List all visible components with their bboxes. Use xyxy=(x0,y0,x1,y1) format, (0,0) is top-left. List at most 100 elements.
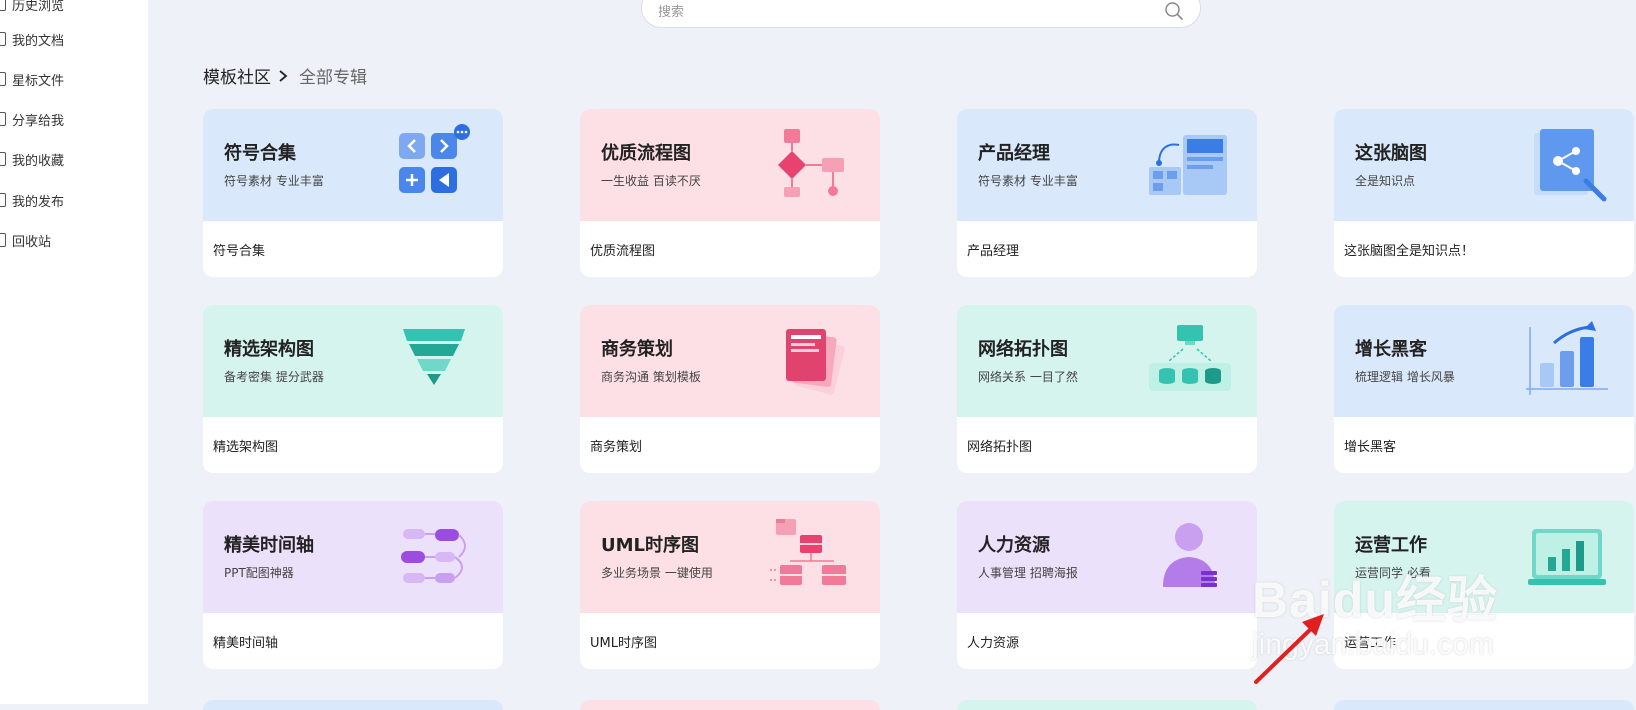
album-card-growth-hacker[interactable]: 增长黑客 梳理逻辑 增长风暴 增长黑客 xyxy=(1334,305,1634,473)
card-caption: 人力资源 xyxy=(967,636,1020,651)
card-caption: 网络拓扑图 xyxy=(967,440,1033,455)
card-title: 产品经理 xyxy=(978,143,1050,164)
card-caption: 运营工作 xyxy=(1344,636,1397,651)
album-card-peek[interactable] xyxy=(957,700,1257,710)
album-card-symbols[interactable]: 符号合集 符号素材 专业丰富 符号合集 xyxy=(203,109,503,277)
album-card-peek[interactable] xyxy=(580,700,880,710)
card-subtitle: 商务沟通 策划模板 xyxy=(601,370,701,384)
search-bar xyxy=(641,0,1201,28)
card-banner: 人力资源 人事管理 招聘海报 xyxy=(957,501,1257,613)
album-card-uml[interactable]: UML时序图 多业务场景 一键使用 UML时序图 xyxy=(580,501,880,669)
card-subtitle: 全是知识点 xyxy=(1355,174,1416,188)
sidebar-item-trash[interactable]: 回收站 xyxy=(0,228,51,252)
album-card-product-manager[interactable]: 产品经理 符号素材 专业丰富 产品经理 xyxy=(957,109,1257,277)
card-caption: 商务策划 xyxy=(590,440,643,455)
card-caption: 这张脑图全是知识点！ xyxy=(1344,244,1475,259)
card-subtitle: 符号素材 专业丰富 xyxy=(224,174,324,188)
red-arrow-annotation xyxy=(1254,614,1324,684)
album-card-human-resources[interactable]: 人力资源 人事管理 招聘海报 人力资源 xyxy=(957,501,1257,669)
card-banner: 符号合集 符号素材 专业丰富 xyxy=(203,109,503,221)
breadcrumb: 模板社区 全部专辑 xyxy=(203,63,367,88)
card-title: 人力资源 xyxy=(978,535,1050,556)
sidebar-item-starred[interactable]: 星标文件 xyxy=(0,67,64,91)
document-icon xyxy=(0,32,6,46)
card-subtitle: 人事管理 招聘海报 xyxy=(978,566,1078,580)
card-subtitle: 网络关系 一目了然 xyxy=(978,370,1078,384)
sidebar-item-label: 回收站 xyxy=(12,234,52,250)
card-subtitle: 备考密集 提分武器 xyxy=(224,370,324,384)
sidebar-item-label: 我的收藏 xyxy=(12,153,65,169)
network-topology-icon xyxy=(1149,325,1231,391)
card-caption: 精选架构图 xyxy=(213,440,279,455)
card-subtitle: 符号素材 专业丰富 xyxy=(978,174,1078,188)
sidebar-item-label: 历史浏览 xyxy=(12,0,65,14)
album-card-flowchart[interactable]: 优质流程图 一生收益 百读不厌 优质流程图 xyxy=(580,109,880,277)
search-input[interactable] xyxy=(656,1,1140,23)
history-icon xyxy=(0,0,6,11)
breadcrumb-current: 全部专辑 xyxy=(299,68,367,88)
card-subtitle: 多业务场景 一键使用 xyxy=(601,566,713,580)
sidebar-item-published[interactable]: 我的发布 xyxy=(0,188,64,212)
card-subtitle: PPT配图神器 xyxy=(224,566,294,580)
card-title: 这张脑图 xyxy=(1355,143,1427,164)
card-caption: 优质流程图 xyxy=(590,244,656,259)
card-title: 网络拓扑图 xyxy=(978,339,1068,360)
card-title: 优质流程图 xyxy=(601,143,691,164)
card-caption: 符号合集 xyxy=(213,244,266,259)
album-card-architecture[interactable]: 精选架构图 备考密集 提分武器 精选架构图 xyxy=(203,305,503,473)
sidebar-item-history[interactable]: 历史浏览 xyxy=(0,0,64,16)
funnel-icon xyxy=(403,329,465,385)
album-card-operations[interactable]: 运营工作 运营同学 必看 运营工作 xyxy=(1334,501,1634,669)
favorite-icon xyxy=(0,152,6,166)
card-caption: 增长黑客 xyxy=(1344,440,1397,455)
card-banner: 增长黑客 梳理逻辑 增长风暴 xyxy=(1334,305,1634,417)
album-card-peek[interactable] xyxy=(1334,700,1634,710)
sidebar-item-label: 星标文件 xyxy=(12,73,65,89)
album-card-timeline[interactable]: 精美时间轴 PPT配图神器 精美时间轴 xyxy=(203,501,503,669)
card-banner: 商务策划 商务沟通 策划模板 xyxy=(580,305,880,417)
trash-icon xyxy=(0,233,6,247)
sidebar-item-shared[interactable]: 分享给我 xyxy=(0,107,64,131)
card-title: 运营工作 xyxy=(1355,535,1427,556)
operations-chart-icon xyxy=(1528,529,1606,585)
star-icon xyxy=(0,72,6,86)
card-subtitle: 运营同学 必看 xyxy=(1355,566,1431,580)
card-banner: 精美时间轴 PPT配图神器 xyxy=(203,501,503,613)
sidebar: 历史浏览 我的文档 星标文件 分享给我 我的收藏 我的发布 回收站 xyxy=(0,0,148,704)
card-banner: 产品经理 符号素材 专业丰富 xyxy=(957,109,1257,221)
card-caption: 产品经理 xyxy=(967,244,1020,259)
breadcrumb-root[interactable]: 模板社区 xyxy=(203,63,271,88)
search-icon[interactable] xyxy=(1164,1,1184,21)
card-title: 增长黑客 xyxy=(1355,339,1427,360)
share-icon xyxy=(0,112,6,126)
timeline-icon xyxy=(401,529,466,583)
card-banner: 精选架构图 备考密集 提分武器 xyxy=(203,305,503,417)
card-title: 精美时间轴 xyxy=(224,535,314,556)
symbol-grid-icon xyxy=(399,124,470,193)
card-title: 商务策划 xyxy=(601,339,673,360)
card-banner: 这张脑图 全是知识点 xyxy=(1334,109,1634,221)
product-layout-icon xyxy=(1149,135,1227,195)
card-banner: 优质流程图 一生收益 百读不厌 xyxy=(580,109,880,221)
sidebar-item-label: 我的发布 xyxy=(12,194,65,210)
sidebar-item-label: 我的文档 xyxy=(12,33,65,49)
album-card-business-plan[interactable]: 商务策划 商务沟通 策划模板 商务策划 xyxy=(580,305,880,473)
card-banner: 运营工作 运营同学 必看 xyxy=(1334,501,1634,613)
card-banner: UML时序图 多业务场景 一键使用 xyxy=(580,501,880,613)
hr-person-icon xyxy=(1163,523,1217,587)
sidebar-item-my-documents[interactable]: 我的文档 xyxy=(0,27,64,51)
card-caption: 精美时间轴 xyxy=(213,636,279,651)
card-title: UML时序图 xyxy=(601,535,699,556)
growth-chart-icon xyxy=(1526,321,1608,395)
sidebar-item-label: 分享给我 xyxy=(12,113,65,129)
card-title: 符号合集 xyxy=(224,143,296,164)
album-card-network-topology[interactable]: 网络拓扑图 网络关系 一目了然 网络拓扑图 xyxy=(957,305,1257,473)
card-subtitle: 梳理逻辑 增长风暴 xyxy=(1355,370,1455,384)
flowchart-icon xyxy=(778,129,844,197)
album-card-mindmap[interactable]: 这张脑图 全是知识点 这张脑图全是知识点！ xyxy=(1334,109,1634,277)
card-banner: 网络拓扑图 网络关系 一目了然 xyxy=(957,305,1257,417)
card-title: 精选架构图 xyxy=(224,339,314,360)
sidebar-item-favorites[interactable]: 我的收藏 xyxy=(0,147,64,171)
chevron-right-icon xyxy=(279,69,288,82)
album-card-peek[interactable] xyxy=(203,700,503,710)
